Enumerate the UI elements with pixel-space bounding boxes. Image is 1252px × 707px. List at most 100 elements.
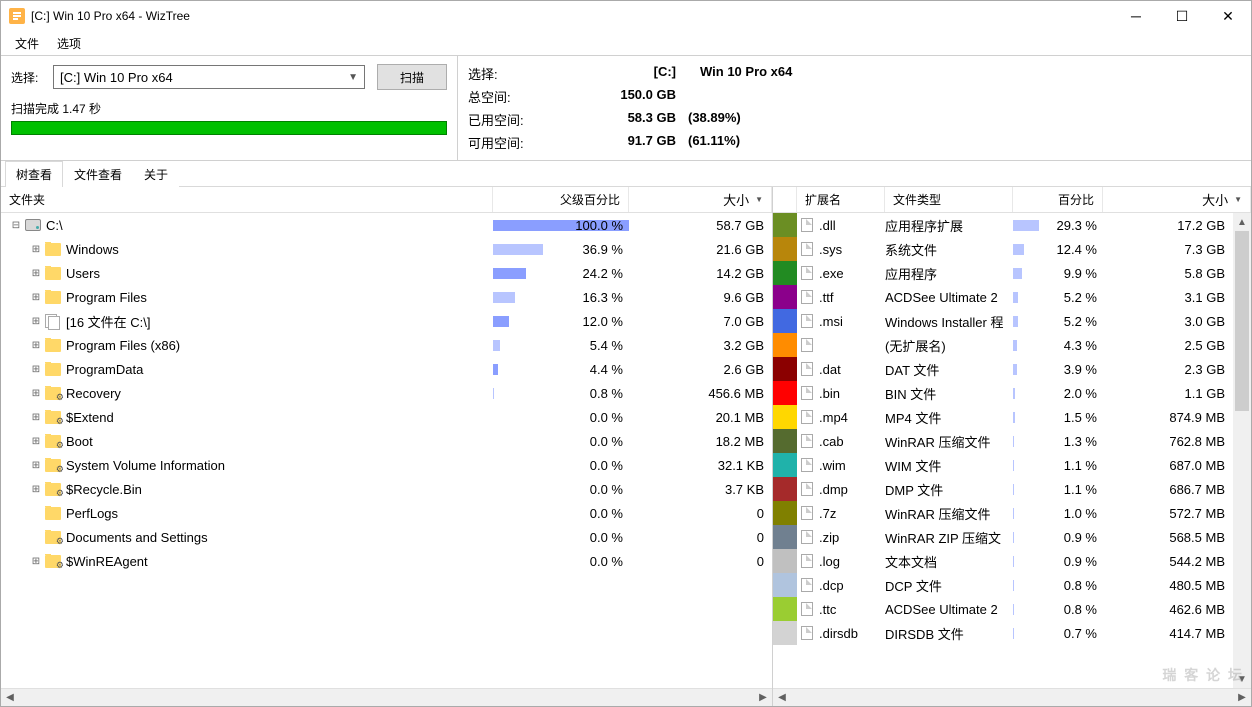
system-folder-icon [45, 387, 61, 400]
ext-row[interactable]: (无扩展名)4.3 %2.5 GB [773, 333, 1233, 357]
file-icon [799, 313, 815, 329]
expander-icon[interactable]: ⊞ [29, 362, 43, 376]
pct-value: 0.0 % [590, 458, 623, 473]
tree-row[interactable]: ⊞Boot0.0 %18.2 MB [1, 429, 772, 453]
pct-value: 1.3 % [1064, 434, 1097, 449]
expander-icon[interactable] [29, 530, 43, 544]
ext-vscroll[interactable]: ▲ ▼ [1233, 213, 1251, 688]
ext-row[interactable]: .datDAT 文件3.9 %2.3 GB [773, 357, 1233, 381]
ext-hscroll[interactable]: ◀ ▶ [773, 688, 1251, 706]
col-color[interactable] [773, 187, 797, 212]
expander-icon[interactable]: ⊞ [29, 242, 43, 256]
folder-name: Users [66, 266, 100, 281]
ext-row[interactable]: .wimWIM 文件1.1 %687.0 MB [773, 453, 1233, 477]
col-size-r[interactable]: 大小▼ [1103, 187, 1251, 212]
expander-icon[interactable] [29, 506, 43, 520]
scroll-left-icon[interactable]: ◀ [1, 689, 19, 707]
expander-icon[interactable]: ⊞ [29, 458, 43, 472]
scan-button[interactable]: 扫描 [377, 64, 447, 90]
scroll-right-icon[interactable]: ▶ [1233, 689, 1251, 707]
size-value: 58.7 GB [629, 218, 772, 233]
expander-icon[interactable]: ⊞ [29, 434, 43, 448]
ext-row[interactable]: .sys系统文件12.4 %7.3 GB [773, 237, 1233, 261]
tree-row[interactable]: ⊞$WinREAgent0.0 %0 [1, 549, 772, 573]
tree-row[interactable]: ⊞$Recycle.Bin0.0 %3.7 KB [1, 477, 772, 501]
size-value: 462.6 MB [1103, 602, 1233, 617]
tree-body[interactable]: ⊟C:\100.0 %58.7 GB⊞Windows36.9 %21.6 GB⊞… [1, 213, 772, 688]
tree-row[interactable]: PerfLogs0.0 %0 [1, 501, 772, 525]
expander-icon[interactable]: ⊞ [29, 386, 43, 400]
ext-row[interactable]: .dirsdbDIRSDB 文件0.7 %414.7 MB [773, 621, 1233, 645]
size-value: 7.3 GB [1103, 242, 1233, 257]
col-ext[interactable]: 扩展名 [797, 187, 885, 212]
tree-row[interactable]: ⊟C:\100.0 %58.7 GB [1, 213, 772, 237]
system-folder-icon [45, 531, 61, 544]
minimize-button[interactable]: ─ [1113, 1, 1159, 31]
col-pct[interactable]: 父级百分比 [493, 187, 629, 212]
ext-row[interactable]: .binBIN 文件2.0 %1.1 GB [773, 381, 1233, 405]
expander-icon[interactable]: ⊞ [29, 266, 43, 280]
pct-value: 12.4 % [1057, 242, 1097, 257]
size-value: 17.2 GB [1103, 218, 1233, 233]
ext-body[interactable]: .dll应用程序扩展29.3 %17.2 GB.sys系统文件12.4 %7.3… [773, 213, 1233, 688]
expander-icon[interactable]: ⊟ [9, 218, 23, 232]
folder-icon [45, 291, 61, 304]
sort-desc-icon: ▼ [755, 195, 763, 204]
drive-dropdown[interactable]: [C:] Win 10 Pro x64 ▼ [53, 65, 365, 89]
pct-value: 36.9 % [583, 242, 623, 257]
ext-name: .mp4 [819, 410, 848, 425]
tree-row[interactable]: ⊞$Extend0.0 %20.1 MB [1, 405, 772, 429]
ext-row[interactable]: .ttcACDSee Ultimate 20.8 %462.6 MB [773, 597, 1233, 621]
folder-name: Recovery [66, 386, 121, 401]
ext-row[interactable]: .dmpDMP 文件1.1 %686.7 MB [773, 477, 1233, 501]
ext-row[interactable]: .7zWinRAR 压缩文件1.0 %572.7 MB [773, 501, 1233, 525]
expander-icon[interactable]: ⊞ [29, 482, 43, 496]
size-value: 687.0 MB [1103, 458, 1233, 473]
scroll-down-icon[interactable]: ▼ [1233, 670, 1251, 688]
expander-icon[interactable]: ⊞ [29, 290, 43, 304]
ext-row[interactable]: .msiWindows Installer 程5.2 %3.0 GB [773, 309, 1233, 333]
tab-tree[interactable]: 树查看 [5, 161, 63, 187]
ext-row[interactable]: .log文本文档0.9 %544.2 MB [773, 549, 1233, 573]
ext-row[interactable]: .dll应用程序扩展29.3 %17.2 GB [773, 213, 1233, 237]
file-type: DAT 文件 [885, 360, 1013, 379]
menu-options[interactable]: 选项 [49, 32, 89, 55]
ext-row[interactable]: .dcpDCP 文件0.8 %480.5 MB [773, 573, 1233, 597]
ext-row[interactable]: .exe应用程序9.9 %5.8 GB [773, 261, 1233, 285]
tree-row[interactable]: ⊞Program Files16.3 %9.6 GB [1, 285, 772, 309]
size-value: 456.6 MB [629, 386, 772, 401]
tab-about[interactable]: 关于 [133, 161, 179, 187]
expander-icon[interactable]: ⊞ [29, 314, 43, 328]
col-size[interactable]: 大小▼ [629, 187, 772, 212]
scroll-left-icon[interactable]: ◀ [773, 689, 791, 707]
scroll-right-icon[interactable]: ▶ [754, 689, 772, 707]
tab-file[interactable]: 文件查看 [63, 161, 133, 187]
tree-hscroll[interactable]: ◀ ▶ [1, 688, 772, 706]
col-type[interactable]: 文件类型 [885, 187, 1013, 212]
tree-row[interactable]: ⊞[16 文件在 C:\]12.0 %7.0 GB [1, 309, 772, 333]
close-button[interactable]: ✕ [1205, 1, 1251, 31]
expander-icon[interactable]: ⊞ [29, 338, 43, 352]
tree-row[interactable]: ⊞Windows36.9 %21.6 GB [1, 237, 772, 261]
ext-row[interactable]: .cabWinRAR 压缩文件1.3 %762.8 MB [773, 429, 1233, 453]
tree-row[interactable]: ⊞ProgramData4.4 %2.6 GB [1, 357, 772, 381]
ext-row[interactable]: .ttfACDSee Ultimate 25.2 %3.1 GB [773, 285, 1233, 309]
expander-icon[interactable]: ⊞ [29, 554, 43, 568]
ext-row[interactable]: .mp4MP4 文件1.5 %874.9 MB [773, 405, 1233, 429]
pct-value: 2.0 % [1064, 386, 1097, 401]
size-value: 7.0 GB [629, 314, 772, 329]
tree-row[interactable]: ⊞Program Files (x86)5.4 %3.2 GB [1, 333, 772, 357]
expander-icon[interactable]: ⊞ [29, 410, 43, 424]
ext-row[interactable]: .zipWinRAR ZIP 压缩文0.9 %568.5 MB [773, 525, 1233, 549]
maximize-button[interactable]: ☐ [1159, 1, 1205, 31]
scroll-up-icon[interactable]: ▲ [1233, 213, 1251, 231]
tree-row[interactable]: ⊞System Volume Information0.0 %32.1 KB [1, 453, 772, 477]
scan-status: 扫描完成 1.47 秒 [11, 100, 447, 117]
col-folder[interactable]: 文件夹 [1, 187, 493, 212]
menu-file[interactable]: 文件 [7, 32, 47, 55]
color-swatch [773, 621, 797, 645]
tree-row[interactable]: Documents and Settings0.0 %0 [1, 525, 772, 549]
tree-row[interactable]: ⊞Users24.2 %14.2 GB [1, 261, 772, 285]
col-pct-r[interactable]: 百分比 [1013, 187, 1103, 212]
tree-row[interactable]: ⊞Recovery0.8 %456.6 MB [1, 381, 772, 405]
